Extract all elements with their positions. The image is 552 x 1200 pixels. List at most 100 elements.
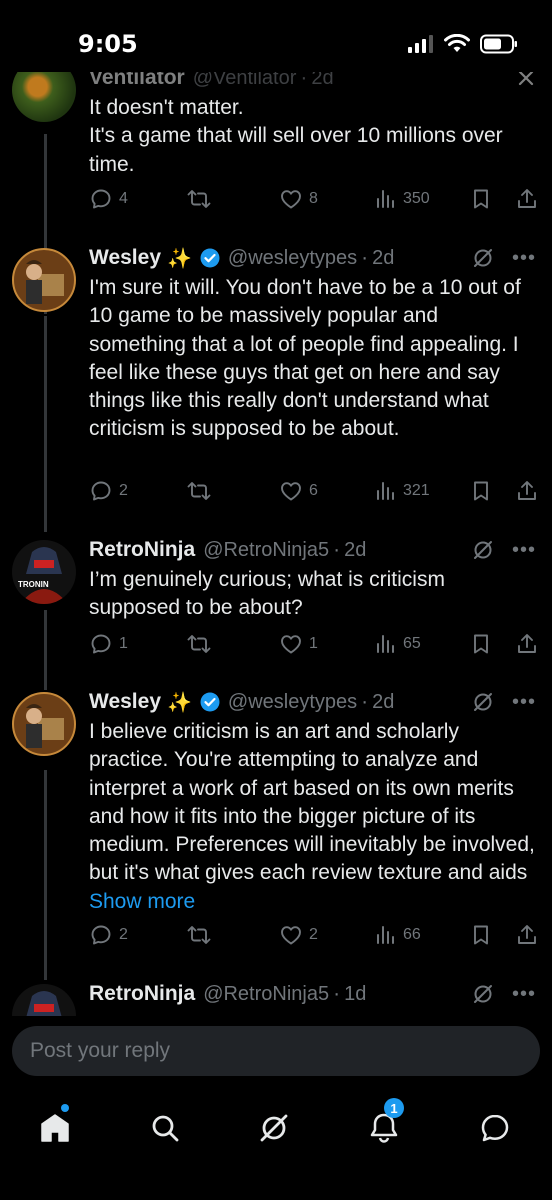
repost-button[interactable]	[186, 479, 212, 503]
author-name[interactable]: RetroNinja	[89, 982, 195, 1006]
show-more-link[interactable]: Show more	[89, 890, 195, 913]
tweet-actions: 2 2 66	[89, 923, 541, 953]
author-handle: @wesleytypes	[227, 690, 358, 713]
bookmark-button[interactable]	[470, 923, 492, 947]
tab-bar: 1	[0, 1098, 552, 1178]
share-icon	[518, 925, 536, 944]
repost-icon	[187, 926, 211, 944]
author-name[interactable]: Wesley	[89, 246, 161, 270]
repost-button[interactable]	[186, 187, 212, 211]
verified-badge-icon	[200, 248, 220, 268]
reply-button[interactable]: 1	[89, 632, 128, 656]
views-button[interactable]: 66	[375, 923, 421, 947]
tweet-header: Wesley ✨ @wesleytypes · 2d •••	[89, 688, 536, 716]
share-button[interactable]	[515, 923, 539, 947]
view-count: 350	[403, 190, 430, 207]
avatar-illustration	[26, 991, 62, 1016]
reply-input[interactable]: Post your reply	[12, 1026, 540, 1076]
like-button[interactable]: 1	[279, 632, 318, 656]
more-icon[interactable]: •••	[512, 691, 536, 714]
grok-icon	[260, 1114, 288, 1142]
status-bar: 9:05	[0, 0, 552, 72]
reply-button[interactable]: 2	[89, 923, 128, 947]
avatar[interactable]	[12, 692, 76, 756]
bookmark-button[interactable]	[470, 187, 492, 211]
share-button[interactable]	[515, 187, 539, 211]
tweet-text-line: It's a game that will sell over 10 milli…	[89, 124, 503, 176]
dot-separator: ·	[361, 246, 369, 269]
share-icon	[518, 481, 536, 500]
tab-home[interactable]	[25, 1098, 85, 1158]
avatar-text: TRONIN	[18, 580, 49, 589]
avatar[interactable]	[12, 248, 76, 312]
tweet-header: Wesley ✨ @wesleytypes · 2d •••	[89, 244, 536, 272]
avatar-illustration	[26, 704, 64, 748]
post-time: 2d	[372, 690, 395, 713]
author-name[interactable]: RetroNinja	[89, 538, 195, 562]
grok-icon[interactable]	[472, 691, 494, 713]
like-button[interactable]: 8	[279, 187, 318, 211]
grok-icon[interactable]	[472, 983, 494, 1005]
conversation-feed[interactable]: Ventilator @Ventilator · 2d It doesn't m…	[0, 72, 552, 1016]
tweet-text-content: I believe criticism is an art and schola…	[89, 720, 535, 885]
more-icon[interactable]: •••	[512, 983, 536, 1006]
repost-button[interactable]	[186, 632, 212, 656]
share-button[interactable]	[515, 479, 539, 503]
share-icon	[518, 189, 536, 208]
views-button[interactable]: 350	[375, 187, 430, 211]
author-name[interactable]: Ventilator	[89, 72, 185, 90]
reply-count: 2	[119, 482, 128, 499]
author-handle: @RetroNinja5	[203, 538, 330, 561]
like-button[interactable]: 2	[279, 923, 318, 947]
views-icon	[377, 482, 394, 500]
bookmark-button[interactable]	[470, 632, 492, 656]
tab-notifications[interactable]: 1	[354, 1098, 414, 1158]
share-button[interactable]	[515, 632, 539, 656]
views-button[interactable]: 65	[375, 632, 421, 656]
views-button[interactable]: 321	[375, 479, 430, 503]
tweet-text-line: It doesn't matter.	[89, 96, 244, 119]
tweet-header: Ventilator @Ventilator · 2d	[89, 72, 536, 92]
dot-separator: ·	[333, 538, 341, 561]
reply-icon	[91, 925, 111, 945]
like-count: 2	[309, 926, 318, 943]
bookmark-button[interactable]	[470, 479, 492, 503]
author-handle: @Ventilator	[192, 72, 297, 89]
tweet[interactable]: Wesley ✨ @wesleytypes · 2d ••• I believe…	[0, 684, 552, 976]
more-icon[interactable]: •••	[512, 539, 536, 562]
like-icon	[281, 635, 301, 654]
grok-icon[interactable]	[472, 539, 494, 561]
unread-dot	[61, 1104, 69, 1112]
bookmark-icon	[474, 925, 488, 945]
tweet-text: I'm sure it will. You don't have to be a…	[89, 276, 521, 441]
tweet[interactable]: Wesley ✨ @wesleytypes · 2d ••• I'm sure …	[0, 240, 552, 532]
reply-button[interactable]: 2	[89, 479, 128, 503]
tab-messages[interactable]	[465, 1098, 525, 1158]
tweet[interactable]: RetroNinja @RetroNinja5 · 1d •••	[0, 976, 552, 1016]
status-time: 9:05	[78, 30, 138, 58]
battery-icon	[480, 34, 517, 54]
close-icon[interactable]	[516, 72, 536, 88]
avatar[interactable]: TRONIN	[12, 540, 76, 604]
reply-count: 1	[119, 635, 128, 652]
grok-icon[interactable]	[472, 247, 494, 269]
reply-icon	[91, 634, 111, 654]
reply-placeholder: Post your reply	[30, 1039, 171, 1062]
tab-grok[interactable]	[244, 1098, 304, 1158]
author-name[interactable]: Wesley	[89, 690, 161, 714]
avatar-illustration	[20, 547, 68, 604]
tweet[interactable]: TRONIN RetroNinja @RetroNinja5 · 2d ••• …	[0, 532, 552, 686]
views-icon	[377, 635, 394, 653]
reply-button[interactable]: 4	[89, 187, 128, 211]
messages-icon	[481, 1114, 509, 1142]
avatar[interactable]	[12, 72, 76, 122]
tweet[interactable]: Ventilator @Ventilator · 2d It doesn't m…	[0, 72, 552, 232]
like-button[interactable]: 6	[279, 479, 318, 503]
more-icon[interactable]: •••	[512, 247, 536, 270]
view-count: 321	[403, 482, 430, 499]
repost-button[interactable]	[186, 923, 212, 947]
tab-search[interactable]	[135, 1098, 195, 1158]
avatar[interactable]	[12, 984, 76, 1016]
like-icon	[281, 482, 301, 501]
tweet-header: RetroNinja @RetroNinja5 · 2d •••	[89, 536, 536, 564]
